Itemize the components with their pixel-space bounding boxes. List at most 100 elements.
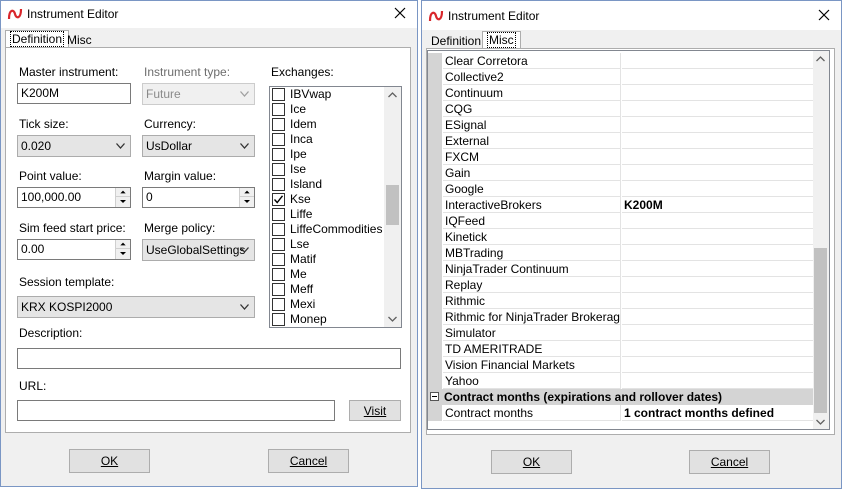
exchange-checkbox[interactable] <box>272 283 285 296</box>
ok-button[interactable]: OK <box>69 449 150 473</box>
exchange-checkbox[interactable] <box>272 268 285 281</box>
property-row[interactable]: IQFeed <box>428 213 814 229</box>
property-row[interactable]: Clear Corretora <box>428 53 814 69</box>
visit-button[interactable]: Visit <box>349 400 401 421</box>
cancel-button[interactable]: Cancel <box>268 449 349 473</box>
title-bar: Instrument Editor <box>422 1 841 30</box>
close-icon[interactable] <box>815 6 833 24</box>
property-value[interactable] <box>622 373 814 389</box>
property-value[interactable] <box>622 69 814 85</box>
scroll-down-icon[interactable] <box>816 419 825 425</box>
property-value[interactable] <box>622 261 814 277</box>
category-contract-months[interactable]: Contract months (expirations and rollove… <box>428 389 814 405</box>
property-row[interactable]: InteractiveBrokers K200M <box>428 197 814 213</box>
property-row[interactable]: Rithmic for NinjaTrader Brokerage <box>428 309 814 325</box>
point-value-spinner[interactable]: 100,000.00 <box>17 187 131 208</box>
ok-button[interactable]: OK <box>491 450 572 474</box>
exchange-checkbox[interactable] <box>272 253 285 266</box>
property-row[interactable]: TD AMERITRADE <box>428 341 814 357</box>
spin-up-icon[interactable] <box>240 188 254 197</box>
exchange-checkbox[interactable] <box>272 193 285 206</box>
exchange-checkbox[interactable] <box>272 178 285 191</box>
property-row[interactable]: MBTrading <box>428 245 814 261</box>
property-row[interactable]: Google <box>428 181 814 197</box>
tab-definition[interactable]: Definition <box>427 33 485 50</box>
scrollbar-thumb[interactable] <box>814 248 827 413</box>
property-row[interactable]: Vision Financial Markets <box>428 357 814 373</box>
property-row[interactable]: Collective2 <box>428 69 814 85</box>
property-value[interactable] <box>622 277 814 293</box>
property-value[interactable] <box>622 293 814 309</box>
property-grid[interactable]: Clear Corretora Collective2 Continuum CQG ES… <box>427 50 830 430</box>
spin-down-icon[interactable] <box>116 197 130 206</box>
session-template-select[interactable]: KRX KOSPI2000 <box>17 296 255 318</box>
spin-up-icon[interactable] <box>116 240 130 249</box>
exchange-checkbox[interactable] <box>272 238 285 251</box>
property-row[interactable]: Rithmic <box>428 293 814 309</box>
margin-value-spinner[interactable]: 0 <box>142 187 255 208</box>
property-row[interactable]: Replay <box>428 277 814 293</box>
merge-policy-select[interactable]: UseGlobalSettings <box>142 239 255 261</box>
property-row[interactable]: Kinetick <box>428 229 814 245</box>
property-value[interactable] <box>622 325 814 341</box>
exchange-checkbox[interactable] <box>272 103 285 116</box>
tab-misc[interactable]: Misc <box>63 32 96 49</box>
exchange-checkbox[interactable] <box>272 313 285 326</box>
spin-down-icon[interactable] <box>116 249 130 258</box>
property-value[interactable]: K200M <box>622 197 814 213</box>
property-row[interactable]: External <box>428 133 814 149</box>
exchange-checkbox[interactable] <box>272 163 285 176</box>
property-value[interactable]: 1 contract months defined <box>622 405 814 421</box>
close-icon[interactable] <box>391 4 409 22</box>
property-row[interactable]: CQG <box>428 101 814 117</box>
exchange-checkbox[interactable] <box>272 133 285 146</box>
currency-select[interactable]: UsDollar <box>142 135 255 157</box>
scrollbar-thumb[interactable] <box>386 185 399 225</box>
property-value[interactable] <box>622 165 814 181</box>
property-row[interactable]: Continuum <box>428 85 814 101</box>
property-value[interactable] <box>622 101 814 117</box>
property-row-contract-months[interactable]: Contract months 1 contract months define… <box>428 405 814 421</box>
property-value[interactable] <box>622 85 814 101</box>
master-instrument-input[interactable]: K200M <box>17 83 131 104</box>
exchange-checkbox[interactable] <box>272 298 285 311</box>
property-value[interactable] <box>622 149 814 165</box>
scroll-up-icon[interactable] <box>816 56 825 62</box>
exchanges-scrollbar[interactable] <box>384 87 401 327</box>
property-value[interactable] <box>622 213 814 229</box>
property-value[interactable] <box>622 357 814 373</box>
property-row[interactable]: Simulator <box>428 325 814 341</box>
exchange-checkbox[interactable] <box>272 118 285 131</box>
cancel-button[interactable]: Cancel <box>689 450 770 474</box>
property-row[interactable]: ESignal <box>428 117 814 133</box>
tab-misc[interactable]: Misc <box>482 31 521 48</box>
property-value[interactable] <box>622 341 814 357</box>
tab-definition[interactable]: Definition <box>5 30 70 47</box>
property-value[interactable] <box>622 133 814 149</box>
property-row[interactable]: Yahoo <box>428 373 814 389</box>
tick-size-select[interactable]: 0.020 <box>17 135 131 157</box>
spin-down-icon[interactable] <box>240 197 254 206</box>
property-row[interactable]: NinjaTrader Continuum <box>428 261 814 277</box>
exchanges-checklist[interactable]: IBVwap Ice Idem Inca Ipe Ise Island Kse Liffe Lif… <box>269 86 402 328</box>
scroll-up-icon[interactable] <box>388 92 397 98</box>
property-value[interactable] <box>622 309 814 325</box>
property-value[interactable] <box>622 245 814 261</box>
exchange-checkbox[interactable] <box>272 88 285 101</box>
property-value[interactable] <box>622 53 814 69</box>
property-value[interactable] <box>622 117 814 133</box>
exchange-checkbox[interactable] <box>272 208 285 221</box>
collapse-icon[interactable] <box>430 392 439 401</box>
property-row[interactable]: FXCM <box>428 149 814 165</box>
exchange-checkbox[interactable] <box>272 148 285 161</box>
scroll-down-icon[interactable] <box>388 316 397 322</box>
property-grid-scrollbar[interactable] <box>813 51 829 429</box>
sim-feed-start-price-spinner[interactable]: 0.00 <box>17 239 131 260</box>
property-value[interactable] <box>622 181 814 197</box>
description-input[interactable] <box>17 348 401 369</box>
url-input[interactable] <box>17 400 335 421</box>
property-value[interactable] <box>622 229 814 245</box>
property-row[interactable]: Gain <box>428 165 814 181</box>
spin-up-icon[interactable] <box>116 188 130 197</box>
exchange-checkbox[interactable] <box>272 223 285 236</box>
